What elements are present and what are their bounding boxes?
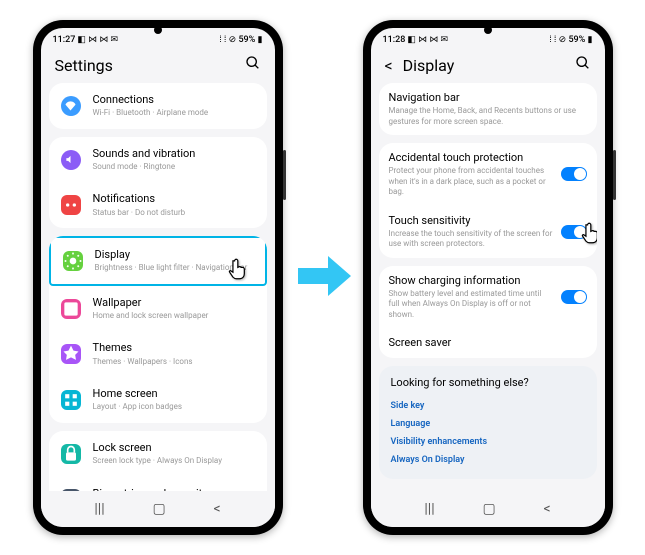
- biometrics-icon: [61, 489, 81, 491]
- item-title: Show charging information: [389, 274, 553, 288]
- display-icon: [63, 251, 83, 271]
- item-title: Sounds and vibration: [93, 147, 255, 161]
- status-time: 11:28: [383, 35, 406, 45]
- settings-item-home-screen[interactable]: Home screen Layout · App icon badges: [49, 377, 267, 423]
- footer-link-visibility[interactable]: Visibility enhancements: [391, 433, 585, 451]
- status-icons-left: ◧ ⋈ ⋈ ✉: [407, 35, 448, 45]
- search-icon[interactable]: [575, 55, 591, 75]
- footer-link-aod[interactable]: Always On Display: [391, 451, 585, 469]
- item-title: Touch sensitivity: [389, 214, 553, 228]
- item-subtitle: Show battery level and estimated time un…: [389, 289, 553, 320]
- settings-item-biometrics[interactable]: Biometrics and security Face recognition…: [49, 477, 267, 492]
- side-button: [613, 150, 616, 200]
- header: Settings: [41, 47, 275, 83]
- nav-recents[interactable]: |||: [424, 501, 434, 517]
- navigation-bar: ||| ▢ <: [41, 491, 275, 527]
- toggle-switch[interactable]: [561, 290, 587, 304]
- phone-left: 11:27 ◧ ⋈ ⋈ ✉ ⁞ ⁞ ⊘ 59% ▮ Settings Conne: [33, 20, 283, 535]
- side-button: [283, 150, 286, 200]
- settings-item-connections[interactable]: Connections Wi-Fi · Bluetooth · Airplane…: [49, 83, 267, 129]
- pointer-hand-icon: [224, 256, 250, 282]
- item-title: Home screen: [93, 387, 255, 401]
- sounds-icon: [61, 150, 81, 170]
- display-item-accidental-touch[interactable]: Accidental touch protection Protect your…: [379, 143, 597, 205]
- item-title: Notifications: [93, 192, 255, 206]
- item-title: Connections: [93, 93, 255, 107]
- camera-cutout: [154, 26, 162, 34]
- display-item-screen-saver[interactable]: Screen saver: [379, 328, 597, 358]
- item-title: Navigation bar: [389, 91, 587, 105]
- footer-title: Looking for something else?: [391, 376, 585, 389]
- item-subtitle: Status bar · Do not disturb: [93, 208, 255, 218]
- nav-recents[interactable]: |||: [94, 501, 104, 517]
- item-title: Wallpaper: [93, 296, 255, 310]
- settings-item-display[interactable]: Display Brightness · Blue light filter ·…: [49, 236, 267, 286]
- notifications-icon: [61, 195, 81, 215]
- themes-icon: [61, 344, 81, 364]
- footer-link-side-key[interactable]: Side key: [391, 397, 585, 415]
- nav-home[interactable]: ▢: [482, 501, 495, 517]
- item-subtitle: Sound mode · Ringtone: [93, 162, 255, 172]
- item-title: Accidental touch protection: [389, 151, 553, 165]
- item-subtitle: Wi-Fi · Bluetooth · Airplane mode: [93, 108, 255, 118]
- footer-link-language[interactable]: Language: [391, 415, 585, 433]
- status-icons-left: ◧ ⋈ ⋈ ✉: [77, 35, 118, 45]
- header: < Display: [371, 47, 605, 83]
- settings-item-wallpaper[interactable]: Wallpaper Home and lock screen wallpaper: [49, 286, 267, 332]
- item-subtitle: Home and lock screen wallpaper: [93, 311, 255, 321]
- display-item-charging-info[interactable]: Show charging information Show battery l…: [379, 266, 597, 328]
- wallpaper-icon: [61, 299, 81, 319]
- item-title: Themes: [93, 341, 255, 355]
- camera-cutout: [484, 26, 492, 34]
- arrow-icon: [293, 251, 353, 305]
- item-subtitle: Manage the Home, Back, and Recents butto…: [389, 106, 587, 127]
- item-title: Biometrics and security: [93, 487, 255, 492]
- navigation-bar: ||| ▢ <: [371, 491, 605, 527]
- phone-right: 11:28 ◧ ⋈ ⋈ ✉ ⁞ ⁞ ⊘ 59% ▮ < Display Navi…: [363, 20, 613, 535]
- pointer-hand-icon: [577, 220, 597, 246]
- page-title: Display: [403, 56, 565, 75]
- lock-screen-icon: [61, 444, 81, 464]
- settings-item-lock-screen[interactable]: Lock screen Screen lock type · Always On…: [49, 431, 267, 477]
- back-icon[interactable]: <: [385, 56, 393, 75]
- settings-item-notifications[interactable]: Notifications Status bar · Do not distur…: [49, 182, 267, 228]
- search-icon[interactable]: [245, 55, 261, 75]
- item-subtitle: Themes · Wallpapers · Icons: [93, 357, 255, 367]
- page-title: Settings: [55, 56, 235, 75]
- settings-item-sounds[interactable]: Sounds and vibration Sound mode · Ringto…: [49, 137, 267, 183]
- item-subtitle: Protect your phone from accidental touch…: [389, 166, 553, 197]
- status-icons-right: ⁞ ⁞ ⊘ 59% ▮: [549, 34, 592, 45]
- nav-back[interactable]: <: [543, 501, 550, 517]
- footer-section: Looking for something else? Side key Lan…: [379, 366, 597, 479]
- status-icons-right: ⁞ ⁞ ⊘ 59% ▮: [219, 34, 262, 45]
- display-item-touch-sensitivity[interactable]: Touch sensitivity Increase the touch sen…: [379, 206, 597, 258]
- item-subtitle: Layout · App icon badges: [93, 402, 255, 412]
- settings-item-themes[interactable]: Themes Themes · Wallpapers · Icons: [49, 331, 267, 377]
- connections-icon: [61, 96, 81, 116]
- item-title: Screen saver: [389, 336, 587, 350]
- nav-home[interactable]: ▢: [152, 501, 165, 517]
- item-subtitle: Increase the touch sensitivity of the sc…: [389, 229, 553, 250]
- nav-back[interactable]: <: [213, 501, 220, 517]
- toggle-switch[interactable]: [561, 167, 587, 181]
- home-screen-icon: [61, 390, 81, 410]
- display-item-navigation-bar[interactable]: Navigation bar Manage the Home, Back, an…: [379, 83, 597, 135]
- item-title: Lock screen: [93, 441, 255, 455]
- status-time: 11:27: [53, 35, 76, 45]
- item-subtitle: Screen lock type · Always On Display: [93, 456, 255, 466]
